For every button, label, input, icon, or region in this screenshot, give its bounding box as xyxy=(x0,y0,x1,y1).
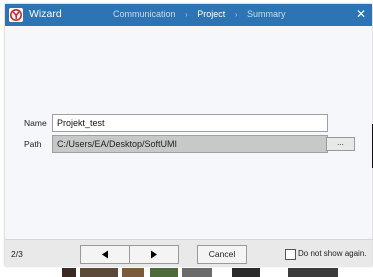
step-separator-icon: › xyxy=(234,10,238,19)
name-input[interactable]: Projekt_test xyxy=(52,114,328,132)
name-label: Name xyxy=(24,118,47,128)
close-icon[interactable]: ✕ xyxy=(356,7,366,21)
triangle-right-icon xyxy=(151,250,157,259)
step-project: Project xyxy=(197,9,226,19)
desktop-background-strip xyxy=(182,268,212,277)
desktop-background-strip xyxy=(150,268,178,277)
step-separator-icon: › xyxy=(185,10,188,19)
path-field[interactable]: C:/Users/EA/Desktop/SoftUMI xyxy=(52,135,328,153)
page-indicator: 2/3 xyxy=(11,249,23,259)
step-communication: Communication xyxy=(113,9,176,19)
do-not-show-checkbox[interactable] xyxy=(285,249,296,260)
wizard-footer: 2/3 Cancel Do not show again. xyxy=(5,239,372,267)
app-logo-icon xyxy=(9,8,23,22)
back-button[interactable] xyxy=(80,245,130,264)
wizard-steps: Communication › Project › Summary xyxy=(113,9,285,19)
desktop-background-strip xyxy=(80,268,118,277)
step-summary: Summary xyxy=(246,9,286,19)
desktop-background-strip xyxy=(232,268,260,277)
cancel-button[interactable]: Cancel xyxy=(197,245,247,264)
desktop-background-strip xyxy=(62,268,76,277)
do-not-show-label[interactable]: Do not show again. xyxy=(298,249,367,258)
wizard-dialog: Wizard Communication › Project › Summary… xyxy=(5,4,372,267)
desktop-background-strip xyxy=(122,268,144,277)
browse-button[interactable]: ... xyxy=(326,137,355,151)
triangle-left-icon xyxy=(102,250,108,259)
next-button[interactable] xyxy=(129,245,179,264)
window-title: Wizard xyxy=(29,8,62,20)
path-label: Path xyxy=(24,139,42,149)
desktop-background-strip xyxy=(288,268,338,277)
desktop-background-bottom xyxy=(0,266,373,277)
title-bar[interactable]: Wizard Communication › Project › Summary… xyxy=(5,4,372,26)
